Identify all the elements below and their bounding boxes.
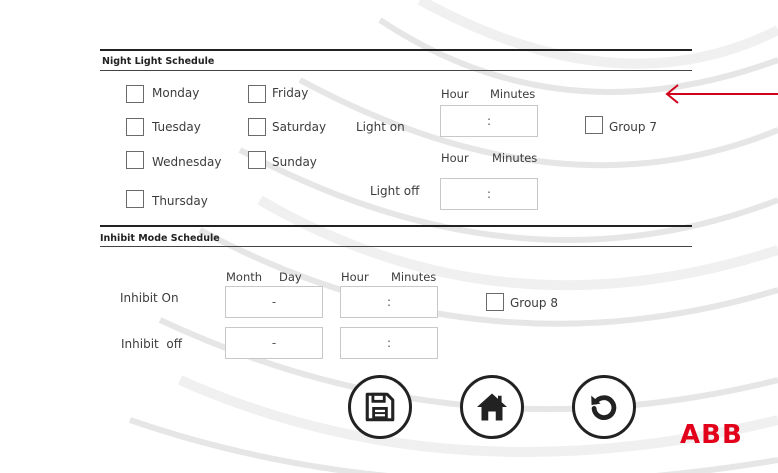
save-button[interactable] — [348, 375, 412, 439]
inhibit-month-header: Month — [226, 270, 263, 284]
light-on-minutes-header: Minutes — [490, 87, 536, 101]
inhibit-section-underline — [100, 246, 692, 247]
friday-checkbox[interactable] — [248, 85, 266, 103]
night-section-rule — [100, 49, 692, 51]
thursday-label: Thursday — [152, 194, 208, 208]
light-on-hour-header: Hour — [441, 87, 469, 101]
friday-label: Friday — [272, 86, 309, 100]
inhibit-off-time-input[interactable]: : — [340, 327, 438, 359]
annotation-arrow-icon — [665, 84, 778, 104]
inhibit-off-date-input[interactable]: - — [225, 327, 323, 359]
night-section-title: Night Light Schedule — [102, 56, 215, 67]
undo-icon — [591, 395, 617, 420]
wednesday-checkbox[interactable] — [126, 151, 144, 169]
reset-button[interactable] — [572, 375, 636, 439]
sunday-checkbox[interactable] — [248, 151, 266, 169]
light-off-label: Light off — [370, 184, 420, 198]
sunday-label: Sunday — [272, 155, 317, 169]
light-off-time-input[interactable]: : — [440, 178, 538, 210]
night-section-underline — [100, 70, 692, 71]
light-off-hour-header: Hour — [441, 151, 469, 165]
inhibit-day-header: Day — [279, 270, 302, 284]
group-8-label: Group 8 — [510, 296, 558, 310]
inhibit-off-label: Inhibit off — [121, 337, 182, 351]
home-button[interactable] — [460, 375, 524, 439]
home-icon — [477, 393, 507, 421]
light-on-label: Light on — [356, 120, 405, 134]
inhibit-hour-header: Hour — [341, 270, 369, 284]
abb-logo: ABB — [680, 420, 743, 450]
monday-label: Monday — [152, 86, 200, 100]
saturday-checkbox[interactable] — [248, 118, 266, 136]
group-7-label: Group 7 — [609, 120, 657, 134]
inhibit-minutes-header: Minutes — [391, 270, 437, 284]
inhibit-section-rule — [100, 225, 692, 227]
wednesday-label: Wednesday — [152, 155, 222, 169]
monday-checkbox[interactable] — [126, 85, 144, 103]
saturday-label: Saturday — [272, 120, 327, 134]
light-on-time-input[interactable]: : — [440, 105, 538, 137]
tuesday-label: Tuesday — [152, 120, 201, 134]
inhibit-section-title: Inhibit Mode Schedule — [100, 233, 220, 244]
group-8-checkbox[interactable] — [486, 293, 504, 311]
tuesday-checkbox[interactable] — [126, 118, 144, 136]
inhibit-on-label: Inhibit On — [120, 291, 179, 305]
thursday-checkbox[interactable] — [126, 190, 144, 208]
inhibit-on-time-input[interactable]: : — [340, 286, 438, 318]
group-7-checkbox[interactable] — [585, 116, 603, 134]
inhibit-on-date-input[interactable]: - — [225, 286, 323, 318]
save-icon — [365, 392, 395, 422]
light-off-minutes-header: Minutes — [492, 151, 538, 165]
